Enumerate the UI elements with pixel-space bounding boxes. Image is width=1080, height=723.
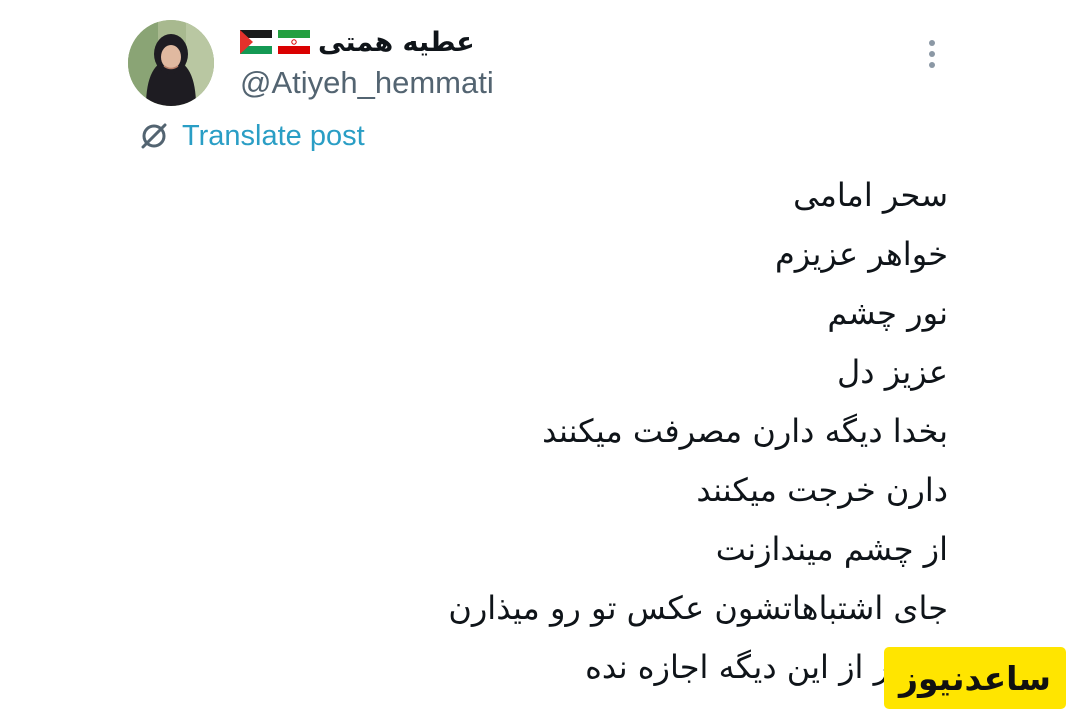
tweet-line: بخدا دیگه دارن مصرفت میکنند (542, 412, 948, 450)
more-dot (929, 51, 935, 57)
tweet-line: بیشتر از این دیگه اجازه نده (585, 648, 948, 686)
tweet-line: عزیز دل (837, 353, 948, 391)
palestine-flag-icon (240, 30, 272, 54)
tweet-line: از چشم میندازنت (715, 530, 948, 568)
tweet-line: سحر امامی (793, 176, 948, 214)
iran-flag-icon (278, 30, 310, 54)
more-options-button[interactable] (916, 36, 948, 72)
watermark-text: ساعدنیوز (899, 658, 1051, 698)
watermark-logo: ساعدنیوز (884, 647, 1066, 709)
tweet-line: نور چشم (827, 294, 948, 332)
author-name-row: عطیه همتی (240, 22, 475, 62)
translate-post-button[interactable]: Translate post (138, 116, 365, 156)
more-dot (929, 62, 935, 68)
translate-icon (141, 123, 167, 149)
translate-label: Translate post (182, 119, 365, 152)
more-vertical-icon (929, 40, 935, 46)
tweet-line: دارن خرجت میکنند (696, 471, 948, 509)
avatar[interactable] (128, 20, 214, 106)
author-display-name[interactable]: عطیه همتی (318, 29, 475, 56)
tweet-line: خواهر عزیزم (774, 235, 948, 273)
profile-photo (128, 20, 214, 106)
flag-group (240, 30, 310, 54)
author-handle[interactable]: @Atiyeh_hemmati (240, 64, 494, 101)
tweet-text: سحر امامی خواهر عزیزم نور چشم عزیز دل بخ… (388, 166, 948, 697)
tweet-line: جای اشتباهاتشون عکس تو رو میذارن (448, 589, 948, 627)
